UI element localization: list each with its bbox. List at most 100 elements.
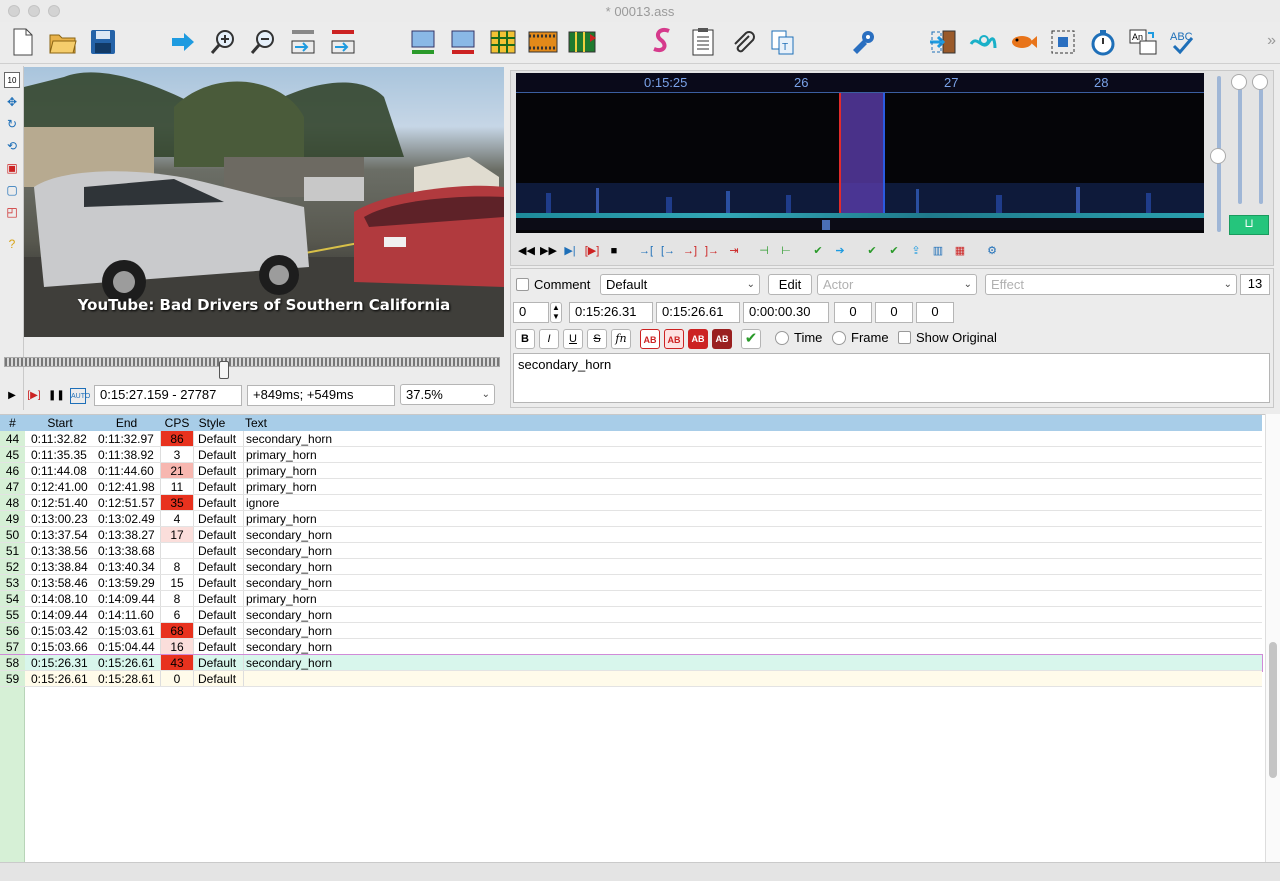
- scale-tool-icon[interactable]: ▣: [4, 160, 20, 176]
- table-row[interactable]: 44 0:11:32.82 0:11:32.97 86 Default secondary…: [0, 431, 1262, 447]
- film-strip-icon[interactable]: [526, 24, 560, 60]
- grid-scrollbar[interactable]: [1265, 414, 1280, 862]
- audio-scrollbar[interactable]: [516, 218, 1204, 230]
- table-row[interactable]: 45 0:11:35.35 0:11:38.92 3 Default primary_ho…: [0, 447, 1262, 463]
- margin-vertical-field[interactable]: 0: [916, 302, 954, 323]
- font-button[interactable]: fn: [611, 329, 631, 349]
- header-cps[interactable]: CPS: [160, 415, 194, 431]
- show-original-checkbox[interactable]: [898, 331, 911, 344]
- table-row[interactable]: 48 0:12:51.40 0:12:51.57 35 Default ignore: [0, 495, 1262, 511]
- table-row[interactable]: 55 0:14:09.44 0:14:11.60 6 Default secondary_…: [0, 607, 1262, 623]
- header-text[interactable]: Text: [245, 415, 267, 431]
- spectrum-toggle-icon[interactable]: ▥: [930, 243, 946, 259]
- italic-button[interactable]: I: [539, 329, 559, 349]
- actor-input[interactable]: Actor ⌄: [817, 274, 977, 295]
- spell-check-icon[interactable]: ABC: [1166, 24, 1200, 60]
- table-row[interactable]: 51 0:13:38.56 0:13:38.68 Default secondary_h…: [0, 543, 1262, 559]
- table-row[interactable]: 46 0:11:44.08 0:11:44.60 21 Default primary_h…: [0, 463, 1262, 479]
- outline-color-button[interactable]: AB: [688, 329, 708, 349]
- table-row[interactable]: 50 0:13:37.54 0:13:38.27 17 Default secondary…: [0, 527, 1262, 543]
- play-line-icon[interactable]: [▶]: [26, 388, 42, 404]
- karaoke-toggle-icon[interactable]: ▦: [952, 243, 968, 259]
- play-to-end-icon[interactable]: ⇥: [726, 243, 742, 259]
- notes-icon[interactable]: [686, 24, 720, 60]
- gear-puzzle-icon[interactable]: [846, 24, 880, 60]
- jump-to-end-icon[interactable]: [326, 24, 360, 60]
- audio-settings-icon[interactable]: ⚙: [984, 243, 1000, 259]
- copy-text-icon[interactable]: T: [766, 24, 800, 60]
- frame-radio[interactable]: [832, 331, 846, 345]
- secondary-color-button[interactable]: AB: [664, 329, 684, 349]
- underline-button[interactable]: U: [563, 329, 583, 349]
- header-end[interactable]: End: [94, 415, 159, 431]
- table-row[interactable]: 56 0:15:03.42 0:15:03.61 68 Default secondary…: [0, 623, 1262, 639]
- audio-vertical-zoom-slider[interactable]: [1259, 76, 1263, 204]
- shadow-color-button[interactable]: AB: [712, 329, 732, 349]
- table-row[interactable]: 53 0:13:58.46 0:13:59.29 15 Default secondary…: [0, 575, 1262, 591]
- fish-icon[interactable]: [1006, 24, 1040, 60]
- video-seek-thumb[interactable]: [219, 361, 229, 379]
- margin-left-field[interactable]: 0: [834, 302, 872, 323]
- open-folder-icon[interactable]: [46, 24, 80, 60]
- audio-volume-slider[interactable]: [1238, 76, 1242, 204]
- start-time-field[interactable]: 0:15:26.31: [569, 302, 653, 323]
- video-position-field[interactable]: 0:15:27.159 - 27787: [94, 385, 242, 406]
- table-row[interactable]: 59 0:15:26.61 0:15:28.61 0 Default: [0, 671, 1262, 687]
- auto-next-icon[interactable]: ✔: [886, 243, 902, 259]
- spreadsheet-icon[interactable]: [486, 24, 520, 60]
- clip-tool-icon[interactable]: ▢: [4, 182, 20, 198]
- end-time-field[interactable]: 0:15:26.61: [656, 302, 740, 323]
- table-row[interactable]: 52 0:13:38.84 0:13:40.34 8 Default secondary_…: [0, 559, 1262, 575]
- zoom-out-icon[interactable]: [246, 24, 280, 60]
- shift-down-icon[interactable]: [446, 24, 480, 60]
- audio-zoom-knob[interactable]: [1210, 148, 1226, 164]
- play-before-end-icon[interactable]: →]: [682, 243, 698, 259]
- auto-scroll-video-icon[interactable]: AUTO: [70, 388, 90, 404]
- table-row[interactable]: 47 0:12:41.00 0:12:41.98 11 Default primary_h…: [0, 479, 1262, 495]
- audio-spectrogram[interactable]: 0:15:25 26 27 28: [516, 73, 1204, 233]
- header-style[interactable]: Style: [194, 415, 230, 431]
- layer-stepper[interactable]: ▲ ▼: [550, 302, 562, 323]
- play-after-end-icon[interactable]: ]→: [704, 243, 720, 259]
- video-subs-offset-field[interactable]: +849ms; +549ms: [247, 385, 395, 406]
- auto-scroll-audio-icon[interactable]: ⇪: [908, 243, 924, 259]
- strikeout-button[interactable]: S: [587, 329, 607, 349]
- commit-icon[interactable]: ✔: [810, 243, 826, 259]
- subtitle-text-editor[interactable]: secondary_horn: [513, 353, 1270, 403]
- header-start[interactable]: Start: [27, 415, 93, 431]
- audio-scroll-thumb[interactable]: [822, 220, 830, 230]
- play-icon[interactable]: ▶: [4, 388, 20, 404]
- swirl-icon[interactable]: [966, 24, 1000, 60]
- auto-commit-icon[interactable]: ✔: [864, 243, 880, 259]
- new-file-icon[interactable]: [6, 24, 40, 60]
- zoom-in-icon[interactable]: [206, 24, 240, 60]
- pause-icon[interactable]: ❚❚: [48, 388, 65, 404]
- grid-scroll-thumb[interactable]: [1269, 642, 1277, 778]
- play-current-line-icon[interactable]: [▶]: [584, 243, 600, 259]
- table-row[interactable]: 49 0:13:00.23 0:13:02.49 4 Default primary_ho…: [0, 511, 1262, 527]
- translation-icon[interactable]: An: [1126, 24, 1160, 60]
- commit-check-icon[interactable]: ✔: [741, 329, 761, 349]
- lead-out-icon[interactable]: ⊢: [778, 243, 794, 259]
- style-select[interactable]: Default ⌄: [600, 274, 760, 295]
- table-row[interactable]: 54 0:14:08.10 0:14:09.44 8 Default primary_ho…: [0, 591, 1262, 607]
- vector-clip-tool-icon[interactable]: ◰: [4, 204, 20, 220]
- help-icon[interactable]: ?: [4, 236, 20, 252]
- jump-to-start-icon[interactable]: [286, 24, 320, 60]
- shift-up-icon[interactable]: [406, 24, 440, 60]
- audio-lock-toggle[interactable]: ⊔: [1229, 215, 1269, 235]
- go-to-next-icon[interactable]: ➔: [832, 243, 848, 259]
- exit-arrow-icon[interactable]: [926, 24, 960, 60]
- play-after-start-icon[interactable]: [→: [660, 243, 676, 259]
- table-row[interactable]: 58 0:15:26.31 0:15:26.61 43 Default secondary…: [0, 654, 1263, 672]
- time-radio[interactable]: [775, 331, 789, 345]
- rotate-xy-tool-icon[interactable]: ⟲: [4, 138, 20, 154]
- audio-vertical-zoom-knob[interactable]: [1252, 74, 1268, 90]
- audio-volume-knob[interactable]: [1231, 74, 1247, 90]
- comment-checkbox[interactable]: [516, 278, 529, 291]
- next-line-icon[interactable]: ▶▶: [540, 243, 557, 259]
- duration-field[interactable]: 0:00:00.30: [743, 302, 829, 323]
- standard-tool-icon[interactable]: 10: [4, 72, 20, 88]
- script-s-icon[interactable]: [646, 24, 680, 60]
- layer-field[interactable]: 0: [513, 302, 549, 323]
